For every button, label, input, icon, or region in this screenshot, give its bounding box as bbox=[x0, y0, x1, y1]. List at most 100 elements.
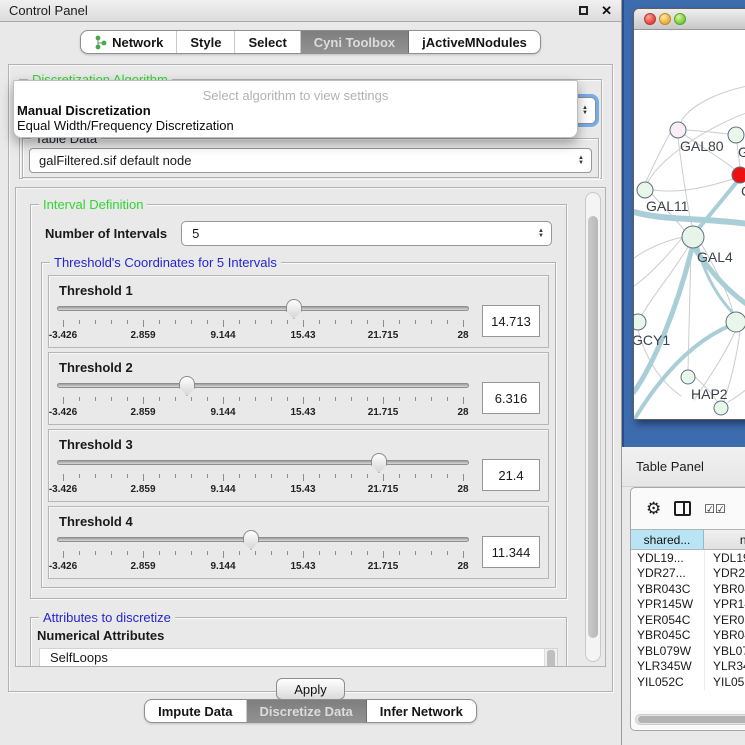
tick-mark bbox=[79, 397, 80, 401]
dropdown-option-manual-discretization[interactable]: Manual Discretization bbox=[14, 103, 577, 118]
table-row[interactable]: YBR045C YBR04 bbox=[631, 628, 745, 644]
tick-label: 2.859 bbox=[130, 330, 155, 341]
columns-icon[interactable] bbox=[674, 501, 691, 516]
cell[interactable]: YBR04 bbox=[704, 581, 745, 597]
tab-style[interactable]: Style bbox=[177, 31, 235, 53]
cell[interactable]: YPR14 bbox=[704, 597, 745, 613]
tick-mark bbox=[63, 320, 64, 327]
dropdown-prompt-item[interactable]: Select algorithm to view settings bbox=[14, 88, 577, 103]
threshold-4-slider[interactable]: -3.4262.8599.14415.4321.71528 bbox=[57, 530, 469, 574]
app-root: Control Panel ✕ Network Styl bbox=[0, 0, 745, 745]
checkbox-icons[interactable]: ☑☑ bbox=[704, 502, 726, 516]
cell[interactable]: YIL052C bbox=[631, 674, 704, 690]
window-close-button[interactable] bbox=[644, 13, 656, 25]
slider-thumb[interactable] bbox=[179, 376, 195, 396]
tab-jactivemnodules[interactable]: jActiveMNodules bbox=[409, 31, 540, 53]
threshold-2-slider[interactable]: -3.4262.8599.14415.4321.71528 bbox=[57, 376, 469, 420]
network-node[interactable] bbox=[681, 370, 695, 384]
dropdown-option-equal-width-frequency[interactable]: Equal Width/Frequency Discretization bbox=[14, 118, 577, 133]
window-zoom-button[interactable] bbox=[674, 13, 686, 25]
network-window-titlebar[interactable] bbox=[634, 9, 745, 30]
cell[interactable]: YBR043C bbox=[631, 581, 704, 597]
tab-impute-data[interactable]: Impute Data bbox=[145, 700, 246, 722]
network-node[interactable] bbox=[670, 122, 686, 138]
threshold-3-value-field[interactable]: 21.4 bbox=[482, 459, 540, 491]
tick-mark bbox=[95, 551, 96, 555]
list-item[interactable]: TopologicalCoefficient bbox=[40, 666, 557, 667]
slider-thumb[interactable] bbox=[286, 299, 302, 319]
cell[interactable]: YLR34 bbox=[704, 659, 745, 675]
cell[interactable]: YBL07 bbox=[704, 643, 745, 659]
network-node[interactable] bbox=[728, 127, 744, 143]
cell[interactable]: YIL05 bbox=[704, 674, 745, 690]
table-data-select[interactable]: galFiltered.sif default node ▲▼ bbox=[29, 148, 592, 173]
cell[interactable]: YPR145W bbox=[631, 597, 704, 613]
network-node[interactable] bbox=[714, 401, 728, 415]
tick-mark bbox=[335, 551, 336, 555]
panel-scrollbar-thumb[interactable] bbox=[588, 216, 598, 637]
cell[interactable]: YER05 bbox=[704, 612, 745, 628]
list-item[interactable]: SelfLoops bbox=[40, 649, 557, 666]
table-row[interactable]: YBL079W YBL07 bbox=[631, 643, 745, 659]
cell[interactable]: YLR345W bbox=[631, 659, 704, 675]
table-horizontal-scrollbar-thumb[interactable] bbox=[638, 716, 745, 723]
cell[interactable]: YBL079W bbox=[631, 643, 704, 659]
numerical-attributes-list[interactable]: SelfLoops TopologicalCoefficient Between… bbox=[39, 648, 558, 667]
cell[interactable]: YDR27 bbox=[704, 566, 745, 582]
threshold-1-slider[interactable]: -3.4262.8599.14415.4321.71528 bbox=[57, 299, 469, 343]
tick-mark bbox=[303, 397, 304, 404]
table-horizontal-scrollbar[interactable] bbox=[635, 714, 745, 725]
table-row[interactable]: YBR043C YBR04 bbox=[631, 581, 745, 597]
network-node[interactable] bbox=[726, 312, 745, 332]
threshold-4-row: -3.4262.8599.14415.4321.71528 11.344 bbox=[57, 530, 540, 574]
network-view-window[interactable]: GAL80GCGAL11GAL4GCY1HHAP2 bbox=[633, 8, 745, 420]
threshold-3-slider[interactable]: -3.4262.8599.14415.4321.71528 bbox=[57, 453, 469, 497]
number-of-intervals-select[interactable]: 5 ▲▼ bbox=[181, 221, 552, 246]
table-toolbar: ⚙ ☑☑ bbox=[631, 488, 745, 529]
tab-discretize-data[interactable]: Discretize Data bbox=[247, 700, 367, 722]
slider-thumb[interactable] bbox=[371, 453, 387, 473]
tick-mark bbox=[447, 397, 448, 401]
apply-button[interactable]: Apply bbox=[276, 678, 345, 700]
window-minimize-button[interactable] bbox=[659, 13, 671, 25]
tick-mark bbox=[207, 320, 208, 324]
network-canvas[interactable]: GAL80GCGAL11GAL4GCY1HHAP2 bbox=[634, 30, 745, 419]
network-node[interactable] bbox=[637, 182, 653, 198]
tab-infer-network[interactable]: Infer Network bbox=[367, 700, 476, 722]
gear-icon[interactable]: ⚙ bbox=[646, 500, 661, 517]
list-scrollbar[interactable] bbox=[544, 649, 557, 667]
network-node[interactable] bbox=[732, 167, 745, 183]
cell[interactable]: YDR27... bbox=[631, 566, 704, 582]
panel-scrollbar[interactable] bbox=[585, 192, 601, 662]
tab-network[interactable]: Network bbox=[81, 31, 177, 53]
float-window-icon[interactable] bbox=[579, 6, 588, 15]
tab-select[interactable]: Select bbox=[235, 31, 300, 53]
cell[interactable]: YBR045C bbox=[631, 628, 704, 644]
table-row[interactable]: YLR345W YLR34 bbox=[631, 659, 745, 675]
table-row[interactable]: YDL19... YDL19 bbox=[631, 550, 745, 566]
cell[interactable]: YER054C bbox=[631, 612, 704, 628]
apply-row: Apply bbox=[15, 678, 606, 700]
tick-mark bbox=[303, 474, 304, 481]
network-node[interactable] bbox=[682, 226, 704, 248]
tick-mark bbox=[63, 474, 64, 481]
list-scrollbar-thumb[interactable] bbox=[547, 650, 555, 667]
threshold-2-value-field[interactable]: 6.316 bbox=[482, 382, 540, 414]
slider-thumb[interactable] bbox=[243, 530, 259, 550]
close-icon[interactable]: ✕ bbox=[601, 4, 612, 17]
cell[interactable]: YBR04 bbox=[704, 628, 745, 644]
column-header-shared[interactable]: shared... bbox=[631, 530, 704, 549]
cell[interactable]: YDL19 bbox=[704, 550, 745, 566]
network-node[interactable] bbox=[634, 314, 646, 330]
table-row[interactable]: YDR27... YDR27 bbox=[631, 566, 745, 582]
cell[interactable]: YDL19... bbox=[631, 550, 704, 566]
tick-label: -3.426 bbox=[49, 484, 77, 495]
table-row[interactable]: YER054C YER05 bbox=[631, 612, 745, 628]
table-row[interactable]: YIL052C YIL05 bbox=[631, 674, 745, 690]
column-header-name[interactable]: na bbox=[704, 530, 745, 549]
threshold-4-value-field[interactable]: 11.344 bbox=[482, 536, 540, 568]
control-panel: Control Panel ✕ Network Styl bbox=[0, 0, 621, 745]
threshold-1-value-field[interactable]: 14.713 bbox=[482, 305, 540, 337]
table-row[interactable]: YPR145W YPR14 bbox=[631, 597, 745, 613]
tab-cyni-toolbox[interactable]: Cyni Toolbox bbox=[301, 31, 409, 53]
